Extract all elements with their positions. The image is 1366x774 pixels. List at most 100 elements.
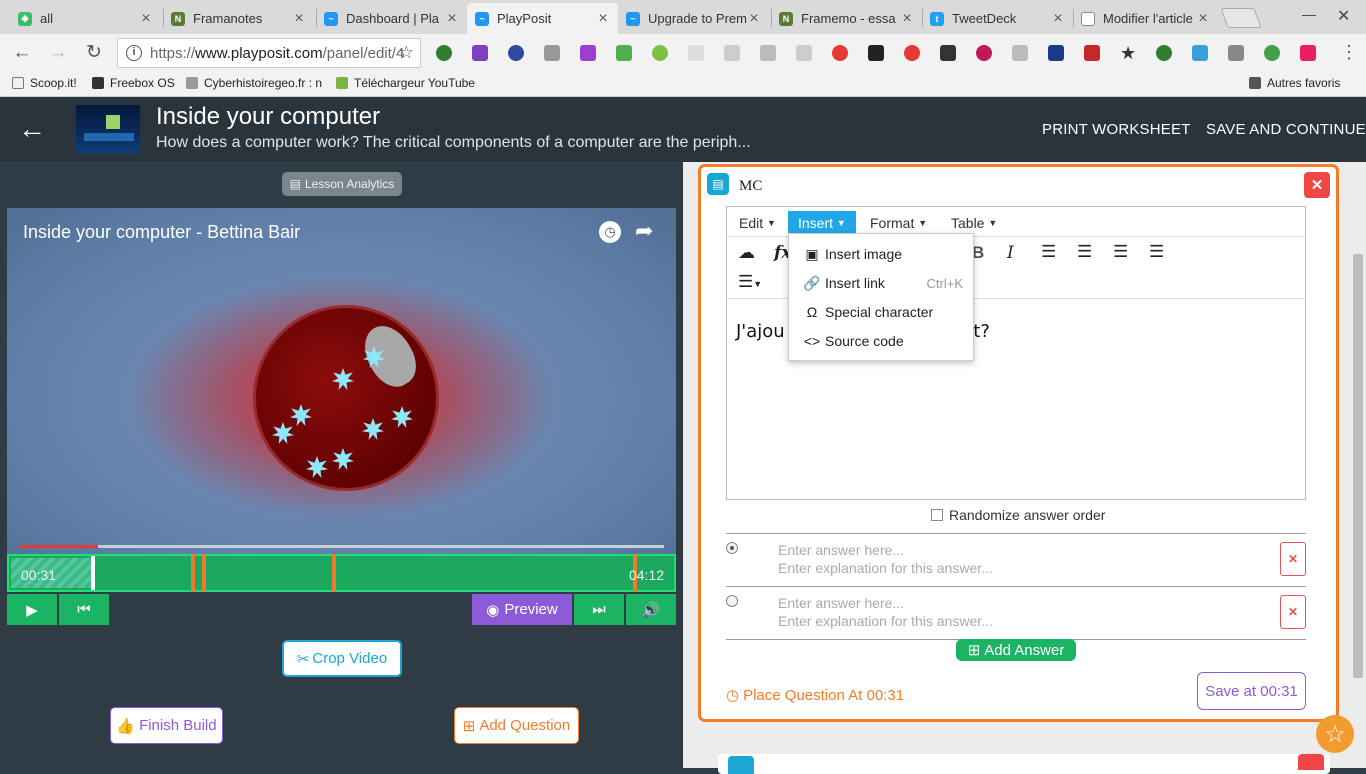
browser-tab-active[interactable]: ~ PlayPosit × [467, 3, 618, 34]
close-tab-icon[interactable]: × [1051, 10, 1065, 28]
menu-format[interactable]: Format ▼ [860, 211, 937, 235]
share-icon[interactable]: ➦ [635, 218, 653, 244]
align-justify-icon[interactable]: ☰ [1149, 242, 1164, 262]
source-code-item[interactable]: <> Source code [803, 330, 963, 352]
align-left-icon[interactable]: ☰ [1041, 242, 1056, 262]
star-icon[interactable]: ★ [1120, 44, 1136, 62]
broadcast-icon[interactable] [832, 45, 848, 61]
extension-icon[interactable] [1300, 45, 1316, 61]
screen-icon[interactable] [1192, 45, 1208, 61]
onenote-icon[interactable] [472, 45, 488, 61]
extension-icon[interactable] [616, 45, 632, 61]
back-icon[interactable]: ← [11, 43, 33, 63]
special-character-item[interactable]: Ω Special character [803, 301, 963, 323]
menu-insert[interactable]: Insert ▼ [788, 211, 856, 235]
preview-button[interactable]: ◉ Preview [472, 594, 572, 625]
extension-icon[interactable] [436, 45, 452, 61]
close-tab-icon[interactable]: × [596, 10, 610, 28]
menu-table[interactable]: Table ▼ [941, 211, 1007, 235]
explanation-input[interactable]: Enter explanation for this answer... [778, 560, 993, 576]
extension-icon[interactable] [976, 45, 992, 61]
browser-tab[interactable]: ~ Upgrade to Prem × [618, 3, 769, 34]
back-arrow-icon[interactable]: ← [18, 115, 46, 143]
extension-k-icon[interactable] [508, 45, 524, 61]
extension-icon[interactable] [760, 45, 776, 61]
close-tab-icon[interactable]: × [292, 10, 306, 28]
browser-tab[interactable]: ◆ all × [10, 3, 161, 34]
align-right-icon[interactable]: ☰ [1113, 242, 1128, 262]
correct-answer-radio[interactable] [726, 595, 738, 607]
place-question-link[interactable]: ◷ Place Question At 00:31 [726, 686, 904, 704]
page-scrollbar[interactable] [1353, 254, 1363, 678]
skip-forward-button[interactable]: ⏭ [574, 594, 624, 625]
delete-answer-button[interactable]: ✕ [1280, 542, 1306, 576]
close-tab-icon[interactable]: × [1196, 10, 1210, 28]
cast-icon[interactable] [1228, 45, 1244, 61]
insert-image-item[interactable]: ▣ Insert image [803, 243, 963, 265]
video-progress-track[interactable] [19, 545, 664, 548]
close-tab-icon[interactable]: × [445, 10, 459, 28]
minimize-window-icon[interactable]: — [1302, 6, 1316, 22]
close-tab-icon[interactable]: × [139, 10, 153, 28]
print-worksheet-button[interactable]: PRINT WORKSHEET [1042, 121, 1191, 138]
correct-answer-radio[interactable] [726, 542, 738, 554]
close-window-icon[interactable]: ✕ [1337, 6, 1350, 26]
favorite-star-button[interactable]: ☆ [1316, 715, 1354, 753]
question-marker[interactable] [332, 554, 336, 592]
new-tab-button[interactable] [1220, 8, 1262, 28]
bookmark-folder[interactable]: Autres favoris [1249, 76, 1340, 90]
bookmark-star-icon[interactable]: ☆ [399, 43, 414, 63]
feather-icon[interactable] [580, 45, 596, 61]
extension-icon[interactable] [1264, 45, 1280, 61]
bookmark-item[interactable]: Freebox OS [92, 76, 175, 90]
checkbox-box[interactable] [931, 509, 943, 521]
close-tab-icon[interactable]: × [900, 10, 914, 28]
qr-code-icon[interactable] [868, 45, 884, 61]
align-center-icon[interactable]: ☰ [1077, 242, 1092, 262]
question-marker[interactable] [202, 554, 206, 592]
extension-icon[interactable] [724, 45, 740, 61]
volume-button[interactable]: 🔊 [626, 594, 676, 625]
extension-icon[interactable] [1012, 45, 1028, 61]
bookmark-item[interactable]: Scoop.it! [12, 76, 77, 90]
browser-tab[interactable]: ~ Dashboard | Pla × [316, 3, 467, 34]
finish-build-button[interactable]: 👍 Finish Build [110, 707, 223, 744]
close-tab-icon[interactable]: × [747, 10, 761, 28]
timeline-playhead[interactable] [91, 556, 95, 590]
reload-icon[interactable]: ↻ [83, 43, 105, 63]
menu-edit[interactable]: Edit ▼ [729, 211, 786, 235]
add-answer-button[interactable]: ⊞ Add Answer [956, 639, 1076, 661]
delete-answer-button[interactable]: ✕ [1280, 595, 1306, 629]
lesson-analytics-button[interactable]: ▤ Lesson Analytics [282, 172, 402, 196]
video-player[interactable]: Inside your computer - Bettina Bair ◷ ➦ [7, 208, 676, 554]
question-marker[interactable] [191, 554, 195, 592]
camera-icon[interactable] [544, 45, 560, 61]
crop-video-button[interactable]: ✂ Crop Video [282, 640, 402, 677]
bookmark-item[interactable]: Téléchargeur YouTube [336, 76, 475, 90]
italic-icon[interactable]: I [1007, 243, 1014, 263]
book-icon[interactable] [1048, 45, 1064, 61]
browser-tab[interactable]: Modifier l'article × [1073, 3, 1218, 34]
forward-icon[interactable]: → [47, 43, 69, 63]
save-and-continue-button[interactable]: SAVE AND CONTINUE [1206, 121, 1366, 138]
save-question-button[interactable]: Save at 00:31 [1197, 672, 1306, 710]
answer-input[interactable]: Enter answer here... [778, 542, 904, 558]
extension-icon[interactable] [652, 45, 668, 61]
video-icon[interactable] [1084, 45, 1100, 61]
randomize-checkbox[interactable]: Randomize answer order [931, 507, 1105, 523]
gif-icon[interactable] [688, 45, 704, 61]
rss-icon[interactable] [796, 45, 812, 61]
browser-tab[interactable]: t TweetDeck × [922, 3, 1073, 34]
play-button[interactable]: ▶ [7, 594, 57, 625]
qr-code-icon[interactable] [940, 45, 956, 61]
insert-link-item[interactable]: 🔗 Insert link Ctrl+K [803, 272, 963, 294]
bullet-list-icon[interactable]: ☰▼ [738, 272, 762, 292]
watch-later-icon[interactable]: ◷ [599, 221, 621, 243]
skip-back-button[interactable]: ⏮ [59, 594, 109, 625]
add-question-button[interactable]: ⊞ Add Question [454, 707, 579, 744]
browser-tab[interactable]: N Framanotes × [163, 3, 314, 34]
delete-question-button[interactable]: ✕ [1304, 172, 1330, 198]
bookmark-item[interactable]: Cyberhistoiregeo.fr : n [186, 76, 322, 90]
answer-input[interactable]: Enter answer here... [778, 595, 904, 611]
cloud-upload-icon[interactable]: ☁ [738, 243, 755, 263]
